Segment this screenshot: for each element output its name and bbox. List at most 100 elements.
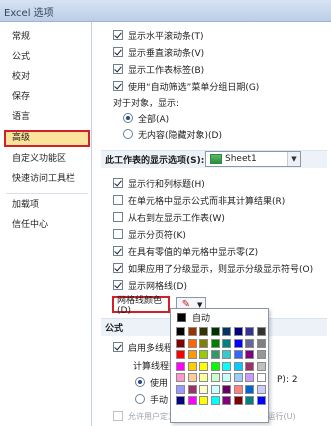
color-swatch[interactable] — [210, 350, 220, 359]
color-swatch[interactable] — [199, 384, 208, 394]
checkbox[interactable] — [113, 411, 123, 421]
color-swatch[interactable] — [245, 350, 254, 359]
color-swatch[interactable] — [187, 361, 197, 371]
color-swatch[interactable] — [222, 338, 231, 348]
color-swatch[interactable] — [256, 373, 266, 382]
sheet-select[interactable]: Sheet1 ▼ — [205, 151, 301, 167]
option-show-formulas[interactable]: 在单元格中显示公式而非其计算结果(R) — [113, 193, 285, 207]
option-show-sheet-tabs[interactable]: 显示工作表标签(B) — [113, 62, 204, 76]
color-swatch[interactable] — [256, 327, 266, 336]
color-swatch[interactable] — [233, 350, 243, 359]
sidebar-item-language[interactable]: 语言 — [4, 109, 90, 126]
color-swatch[interactable] — [176, 350, 185, 359]
color-swatch[interactable] — [245, 396, 254, 405]
color-swatch[interactable] — [256, 396, 266, 405]
color-swatch[interactable] — [176, 338, 185, 348]
color-swatch[interactable] — [176, 396, 185, 405]
color-swatch[interactable] — [187, 384, 197, 394]
sidebar-item-add-ins[interactable]: 加载项 — [4, 197, 90, 214]
color-swatch[interactable] — [222, 373, 231, 382]
radio-manual-threads[interactable]: 手动 — [135, 392, 168, 406]
color-swatch[interactable] — [210, 338, 220, 348]
option-show-page-breaks[interactable]: 显示分页符(K) — [113, 227, 186, 241]
checkbox[interactable] — [113, 229, 123, 239]
color-swatch[interactable] — [210, 396, 220, 405]
sidebar-item-advanced[interactable]: 高级 — [4, 130, 90, 147]
sidebar-item-formulas[interactable]: 公式 — [4, 49, 90, 66]
radio-objects-nothing[interactable]: 无内容(隐藏对象)(D) — [123, 127, 222, 141]
radio-button[interactable] — [123, 113, 133, 123]
checkbox[interactable] — [113, 212, 123, 222]
sidebar-item-quick-access-toolbar[interactable]: 快速访问工具栏 — [4, 171, 90, 188]
color-swatch[interactable] — [176, 361, 185, 371]
color-swatch[interactable] — [256, 361, 266, 371]
option-group-dates-autofilter[interactable]: 使用“自动筛选”菜单分组日期(G) — [113, 79, 259, 93]
checkbox[interactable] — [113, 246, 123, 256]
checkbox[interactable] — [113, 195, 123, 205]
checkbox[interactable] — [113, 30, 123, 40]
color-swatch[interactable] — [222, 361, 231, 371]
option-show-row-column-headers[interactable]: 显示行和列标题(H) — [113, 176, 205, 190]
checkbox[interactable] — [113, 263, 123, 273]
option-show-vertical-scrollbar[interactable]: 显示垂直滚动条(V) — [113, 45, 204, 59]
sidebar-item-customize-ribbon[interactable]: 自定义功能区 — [4, 151, 90, 168]
color-swatch[interactable] — [199, 327, 208, 336]
color-swatch[interactable] — [256, 384, 266, 394]
chevron-down-icon[interactable]: ▼ — [287, 152, 300, 166]
checkbox[interactable] — [113, 280, 123, 290]
radio-use-all-processors[interactable]: 使用 — [135, 375, 168, 389]
sidebar-item-trust-center[interactable]: 信任中心 — [4, 217, 90, 234]
color-swatch[interactable] — [187, 338, 197, 348]
color-swatch[interactable] — [210, 361, 220, 371]
option-show-outline-symbols[interactable]: 如果应用了分级显示，则显示分级显示符号(O) — [113, 261, 313, 275]
radio-button[interactable] — [135, 394, 145, 404]
color-swatch[interactable] — [245, 361, 254, 371]
sidebar-item-proofing[interactable]: 校对 — [4, 69, 90, 86]
color-swatch[interactable] — [176, 384, 185, 394]
color-swatch[interactable] — [222, 327, 231, 336]
checkbox[interactable] — [113, 342, 123, 352]
checkbox[interactable] — [113, 81, 123, 91]
radio-button[interactable] — [135, 377, 145, 387]
color-swatch[interactable] — [222, 350, 231, 359]
color-swatch[interactable] — [222, 396, 231, 405]
sidebar-item-general[interactable]: 常规 — [4, 29, 90, 46]
color-swatch[interactable] — [233, 338, 243, 348]
palette-auto-option[interactable]: 自动 — [173, 311, 266, 324]
color-swatch[interactable] — [245, 373, 254, 382]
color-swatch[interactable] — [210, 327, 220, 336]
color-swatch[interactable] — [187, 396, 197, 405]
color-swatch[interactable] — [233, 396, 243, 405]
color-swatch[interactable] — [245, 327, 254, 336]
color-swatch[interactable] — [233, 361, 243, 371]
color-swatch[interactable] — [233, 384, 243, 394]
option-show-zero-values[interactable]: 在具有零值的单元格中显示零(Z) — [113, 244, 258, 258]
color-swatch[interactable] — [199, 350, 208, 359]
color-swatch[interactable] — [199, 373, 208, 382]
color-swatch[interactable] — [187, 327, 197, 336]
color-swatch[interactable] — [245, 384, 254, 394]
color-swatch[interactable] — [210, 384, 220, 394]
radio-objects-all[interactable]: 全部(A) — [123, 111, 169, 125]
color-swatch[interactable] — [222, 384, 231, 394]
color-swatch[interactable] — [210, 373, 220, 382]
color-swatch[interactable] — [233, 327, 243, 336]
color-swatch[interactable] — [256, 350, 266, 359]
option-show-horizontal-scrollbar[interactable]: 显示水平滚动条(T) — [113, 28, 204, 42]
color-swatch[interactable] — [187, 373, 197, 382]
color-swatch[interactable] — [199, 338, 208, 348]
radio-button[interactable] — [123, 129, 133, 139]
option-show-gridlines[interactable]: 显示网格线(D) — [113, 278, 187, 292]
checkbox[interactable] — [113, 47, 123, 57]
sidebar-item-save[interactable]: 保存 — [4, 89, 90, 106]
color-swatch[interactable] — [245, 338, 254, 348]
checkbox[interactable] — [113, 64, 123, 74]
color-swatch[interactable] — [176, 373, 185, 382]
color-swatch[interactable] — [256, 338, 266, 348]
color-swatch[interactable] — [199, 361, 208, 371]
color-swatch[interactable] — [176, 327, 185, 336]
color-swatch[interactable] — [187, 350, 197, 359]
option-right-to-left[interactable]: 从右到左显示工作表(W) — [113, 210, 225, 224]
checkbox[interactable] — [113, 178, 123, 188]
color-swatch[interactable] — [199, 396, 208, 405]
